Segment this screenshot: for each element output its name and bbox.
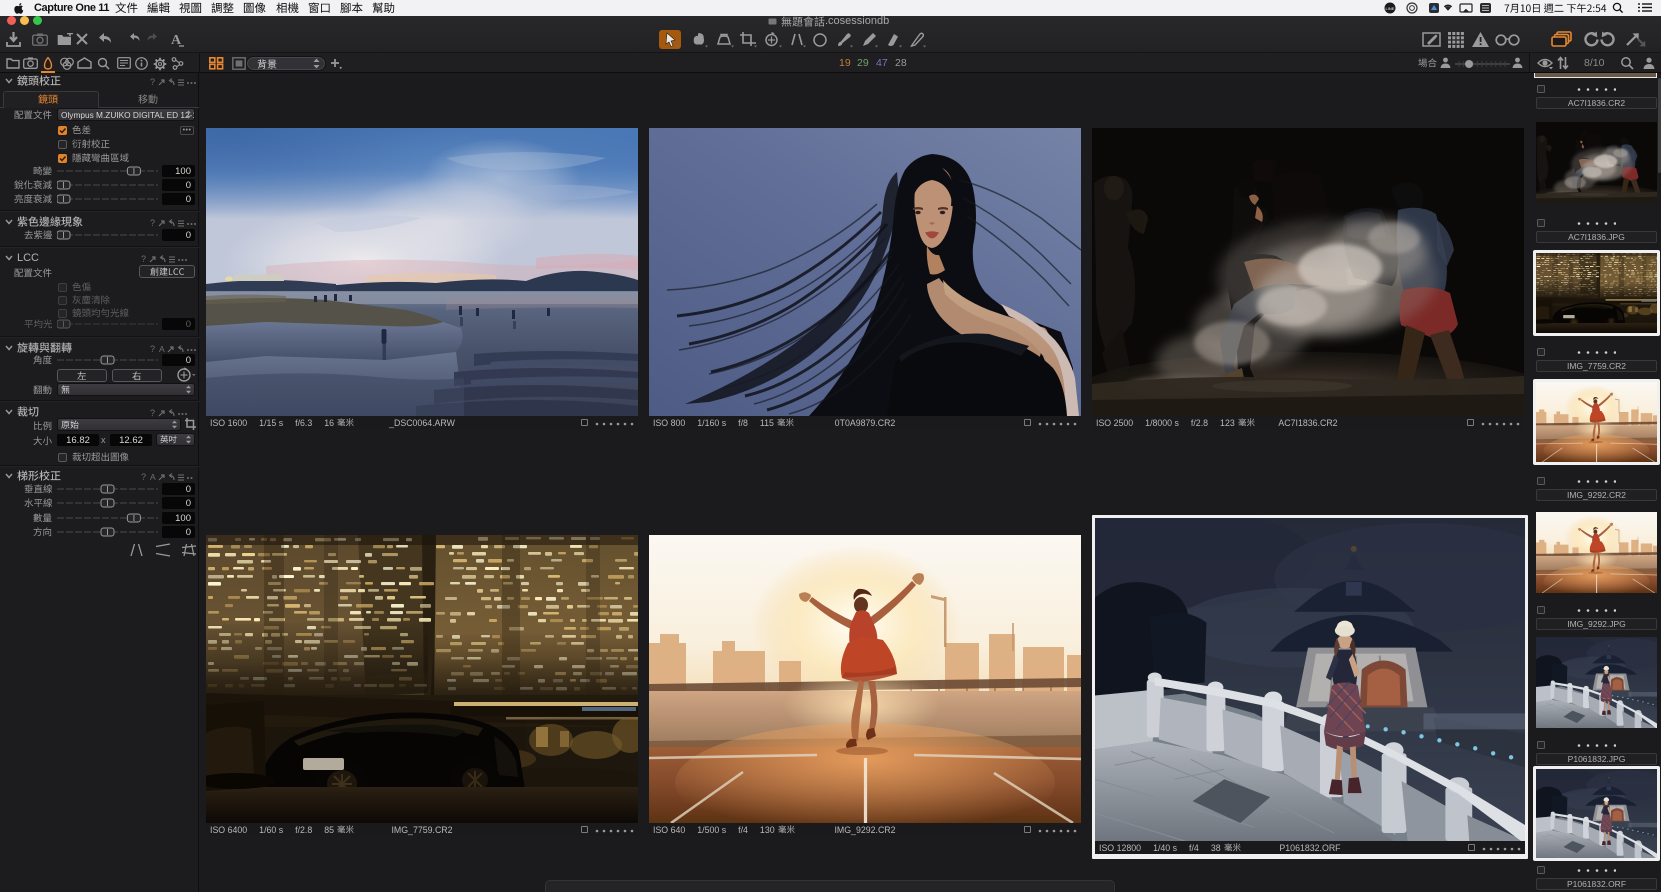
svg-text:?: ?	[141, 472, 146, 482]
svg-text:A: A	[159, 344, 165, 354]
svg-text:?: ?	[150, 344, 155, 354]
svg-text:?: ?	[141, 254, 146, 264]
svg-text:A: A	[150, 472, 156, 482]
svg-text:LINE: LINE	[1386, 6, 1395, 11]
svg-text:?: ?	[150, 77, 155, 87]
svg-text:?: ?	[150, 408, 155, 418]
svg-text:?: ?	[150, 218, 155, 228]
